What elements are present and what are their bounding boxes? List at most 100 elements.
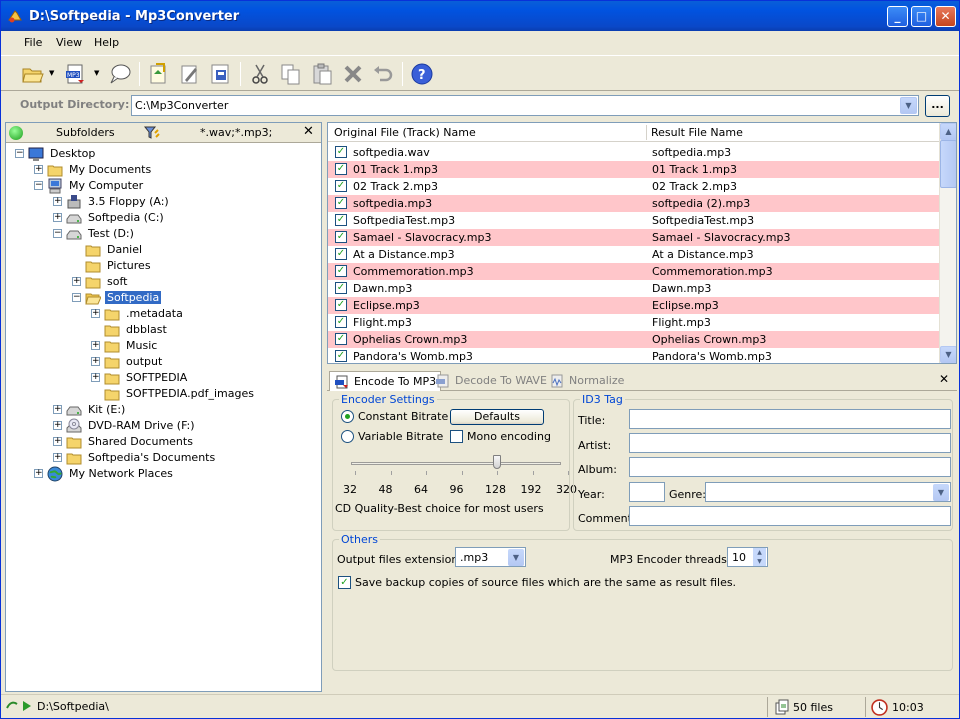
mono-encoding-checkbox[interactable] (450, 430, 463, 443)
chevron-down-icon[interactable]: ▼ (508, 549, 524, 566)
open-folder-icon[interactable] (21, 62, 45, 86)
file-row-checkbox[interactable]: ✓ (335, 197, 347, 209)
collapse-icon[interactable]: − (34, 181, 43, 190)
output-directory-combo[interactable]: C:\Mp3Converter ▼ (131, 95, 919, 116)
convert-mp3-icon[interactable]: MP3 (64, 62, 88, 86)
album-field[interactable] (629, 457, 951, 477)
file-row[interactable]: ✓ softpedia.wav softpedia.mp3 (328, 144, 939, 161)
file-row-checkbox[interactable]: ✓ (335, 163, 347, 175)
paste-icon[interactable] (310, 62, 334, 86)
maximize-button[interactable]: □ (911, 6, 932, 27)
expand-icon[interactable]: + (53, 421, 62, 430)
title-bar[interactable]: D:\Softpedia - Mp3Converter _ □ ✕ (1, 1, 959, 31)
menu-view[interactable]: View (56, 36, 82, 49)
file-row[interactable]: ✓ 01 Track 1.mp3 01 Track 1.mp3 (328, 161, 939, 178)
column-result[interactable]: Result File Name (651, 126, 743, 139)
edit-file-icon[interactable] (177, 62, 201, 86)
file-row[interactable]: ✓ Ophelias Crown.mp3 Ophelias Crown.mp3 (328, 331, 939, 348)
file-row-checkbox[interactable]: ✓ (335, 248, 347, 260)
close-panel-button[interactable]: ✕ (303, 124, 314, 139)
cut-icon[interactable] (248, 62, 272, 86)
expand-icon[interactable]: + (53, 405, 62, 414)
year-field[interactable] (629, 482, 665, 502)
spin-up-icon[interactable]: ▲ (753, 548, 766, 557)
file-row-checkbox[interactable]: ✓ (335, 333, 347, 345)
expand-icon[interactable]: + (91, 309, 100, 318)
chevron-down-icon[interactable]: ▼ (900, 97, 917, 114)
backup-label[interactable]: Save backup copies of source files which… (355, 576, 736, 589)
copy-icon[interactable] (279, 62, 303, 86)
defaults-button[interactable]: Defaults (450, 409, 544, 425)
expand-icon[interactable]: + (72, 277, 81, 286)
convert-dropdown-icon[interactable]: ▼ (94, 69, 99, 77)
expand-icon[interactable]: + (91, 373, 100, 382)
file-row[interactable]: ✓ Samael - Slavocracy.mp3 Samael - Slavocr… (328, 229, 939, 246)
expand-icon[interactable]: + (34, 469, 43, 478)
file-row-checkbox[interactable]: ✓ (335, 282, 347, 294)
backup-checkbox[interactable]: ✓ (338, 576, 351, 589)
save-icon[interactable] (208, 62, 232, 86)
open-dropdown-icon[interactable]: ▼ (49, 69, 54, 77)
expand-icon[interactable]: + (53, 197, 62, 206)
subfolders-toggle[interactable]: Subfolders (56, 126, 115, 139)
genre-select[interactable]: ▼ (705, 482, 951, 502)
file-row-checkbox[interactable]: ✓ (335, 316, 347, 328)
minimize-button[interactable]: _ (887, 6, 908, 27)
add-files-icon[interactable] (146, 62, 170, 86)
comment-field[interactable] (629, 506, 951, 526)
file-filter[interactable]: *.wav;*.mp3; (200, 126, 272, 139)
column-divider[interactable] (646, 125, 647, 140)
chevron-down-icon[interactable]: ▼ (933, 484, 949, 501)
vertical-scrollbar[interactable]: ▲ ▼ (939, 123, 956, 363)
file-row-checkbox[interactable]: ✓ (335, 265, 347, 277)
threads-spinner[interactable]: 10 ▲ ▼ (727, 547, 768, 567)
expand-icon[interactable]: + (91, 357, 100, 366)
comment-icon[interactable] (108, 62, 132, 86)
file-row-checkbox[interactable]: ✓ (335, 231, 347, 243)
menu-file[interactable]: File (24, 36, 42, 49)
tab-normalize[interactable]: Normalize (545, 371, 628, 391)
column-original[interactable]: Original File (Track) Name (334, 126, 476, 139)
file-row-checkbox[interactable]: ✓ (335, 214, 347, 226)
expand-icon[interactable]: + (53, 213, 62, 222)
help-icon[interactable]: ? (410, 62, 434, 86)
artist-field[interactable] (629, 433, 951, 453)
file-row[interactable]: ✓ Commemoration.mp3 Commemoration.mp3 (328, 263, 939, 280)
filter-icon[interactable] (144, 125, 160, 141)
collapse-icon[interactable]: − (72, 293, 81, 302)
collapse-icon[interactable]: − (15, 149, 24, 158)
extension-select[interactable]: .mp3 ▼ (455, 547, 526, 567)
undo-icon[interactable] (371, 62, 395, 86)
tab-encode-mp3[interactable]: Encode To MP3 (329, 371, 442, 391)
file-row-checkbox[interactable]: ✓ (335, 180, 347, 192)
mono-encoding-label[interactable]: Mono encoding (467, 430, 551, 443)
bitrate-slider-track[interactable] (351, 462, 561, 465)
file-row[interactable]: ✓ 02 Track 2.mp3 02 Track 2.mp3 (328, 178, 939, 195)
file-row[interactable]: ✓ Pandora's Womb.mp3 Pandora's Womb.mp3 (328, 348, 939, 363)
file-row[interactable]: ✓ softpedia.mp3 softpedia (2).mp3 (328, 195, 939, 212)
scroll-up-icon[interactable]: ▲ (940, 123, 956, 140)
file-row-checkbox[interactable]: ✓ (335, 146, 347, 158)
spin-down-icon[interactable]: ▼ (753, 557, 766, 566)
file-row[interactable]: ✓ Flight.mp3 Flight.mp3 (328, 314, 939, 331)
file-row[interactable]: ✓ Dawn.mp3 Dawn.mp3 (328, 280, 939, 297)
navigate-icon[interactable] (5, 698, 33, 714)
menu-help[interactable]: Help (94, 36, 119, 49)
scroll-thumb[interactable] (940, 140, 956, 188)
collapse-icon[interactable]: − (53, 229, 62, 238)
variable-bitrate-label[interactable]: Variable Bitrate (358, 430, 443, 443)
expand-icon[interactable]: + (53, 453, 62, 462)
file-row-checkbox[interactable]: ✓ (335, 299, 347, 311)
file-row[interactable]: ✓ At a Distance.mp3 At a Distance.mp3 (328, 246, 939, 263)
browse-button[interactable]: ... (925, 95, 950, 117)
expand-icon[interactable]: + (34, 165, 43, 174)
close-tab-button[interactable]: ✕ (939, 372, 949, 386)
file-row[interactable]: ✓ Eclipse.mp3 Eclipse.mp3 (328, 297, 939, 314)
file-row[interactable]: ✓ SoftpediaTest.mp3 SoftpediaTest.mp3 (328, 212, 939, 229)
constant-bitrate-radio[interactable] (341, 410, 354, 423)
constant-bitrate-label[interactable]: Constant Bitrate (358, 410, 448, 423)
expand-icon[interactable]: + (53, 437, 62, 446)
bitrate-slider-thumb[interactable] (493, 455, 501, 469)
scroll-down-icon[interactable]: ▼ (940, 346, 956, 363)
close-button[interactable]: ✕ (935, 6, 956, 27)
